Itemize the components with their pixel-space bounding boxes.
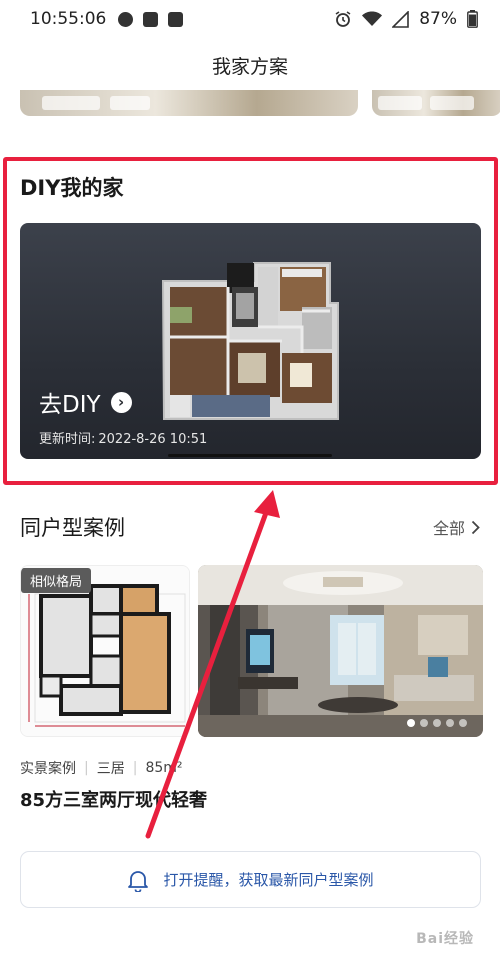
chevron-right-icon: [471, 520, 480, 534]
page-dot[interactable]: [459, 719, 467, 727]
signal-icon: [392, 10, 410, 28]
bell-icon: [128, 870, 149, 892]
previous-card[interactable]: [20, 90, 358, 116]
diy-section: DIY我的家 去DIY › 更新时间: 2022-8-26 10:51: [0, 150, 500, 490]
mail-icon: [168, 11, 184, 27]
case-rooms: 三居: [96, 761, 125, 777]
previous-card-tag: [378, 96, 422, 110]
status-time: 10:55:06: [30, 9, 107, 29]
similar-cases-row: 相似格局: [20, 565, 500, 737]
see-all-label: 全部: [432, 519, 465, 538]
page-dot[interactable]: [420, 719, 428, 727]
battery-icon: [467, 10, 478, 28]
watermark: Bai经验: [416, 931, 474, 947]
updated-time: 更新时间: 2022-8-26 10:51: [39, 428, 207, 447]
updated-time-value: 2022-8-26 10:51: [98, 432, 208, 447]
notification-icons: [118, 11, 184, 27]
status-right: 87%: [334, 9, 478, 29]
case-meta: 实景案例 | 三居 | 85m²: [20, 758, 183, 778]
reminder-button[interactable]: 打开提醒，获取最新同户型案例: [20, 851, 481, 908]
mail-icon: [143, 11, 159, 27]
see-all-link[interactable]: 全部: [433, 515, 480, 539]
page-dot[interactable]: [407, 719, 415, 727]
previous-card-tag: [110, 96, 150, 110]
diy-card[interactable]: 去DIY › 更新时间: 2022-8-26 10:51: [20, 223, 481, 459]
similar-section-header: 同户型案例 全部: [20, 512, 480, 542]
alarm-icon: [335, 11, 351, 27]
floorplan-card[interactable]: 相似格局: [20, 565, 190, 737]
case-photo-card[interactable]: [198, 565, 483, 737]
go-diy-label: 去DIY: [39, 392, 101, 418]
meta-separator: |: [132, 760, 138, 776]
similar-section-title: 同户型案例: [20, 516, 125, 540]
message-icon: [118, 11, 134, 27]
wifi-icon: [362, 11, 383, 26]
case-title[interactable]: 85方三室两厅现代轻奢: [20, 786, 207, 812]
reminder-label: 打开提醒，获取最新同户型案例: [163, 871, 374, 889]
photo-page-indicator: [407, 719, 467, 727]
go-diy-button[interactable]: 去DIY ›: [39, 385, 132, 419]
page-dot[interactable]: [433, 719, 441, 727]
living-room-photo: [198, 565, 483, 737]
chevron-right-icon: ›: [110, 391, 132, 413]
page-dot[interactable]: [446, 719, 454, 727]
battery-percent: 87%: [419, 9, 457, 29]
meta-separator: |: [84, 760, 89, 776]
diy-section-title: DIY我的家: [20, 176, 124, 200]
previous-cards-row: [0, 90, 500, 118]
previous-card[interactable]: [372, 90, 500, 116]
floor-plan-3d-image: [161, 262, 339, 420]
nav-bar: 我家方案: [0, 38, 500, 92]
similar-layout-badge: 相似格局: [21, 568, 92, 593]
case-type: 实景案例: [20, 761, 76, 777]
previous-card-tag: [42, 96, 100, 110]
updated-time-label: 更新时间:: [39, 432, 96, 447]
status-bar: 10:55:06 87%: [0, 0, 500, 38]
case-area: 85m²: [145, 760, 183, 776]
previous-card-tag: [430, 96, 474, 110]
page-title: 我家方案: [211, 55, 288, 78]
diy-card-indicator: [168, 454, 332, 457]
